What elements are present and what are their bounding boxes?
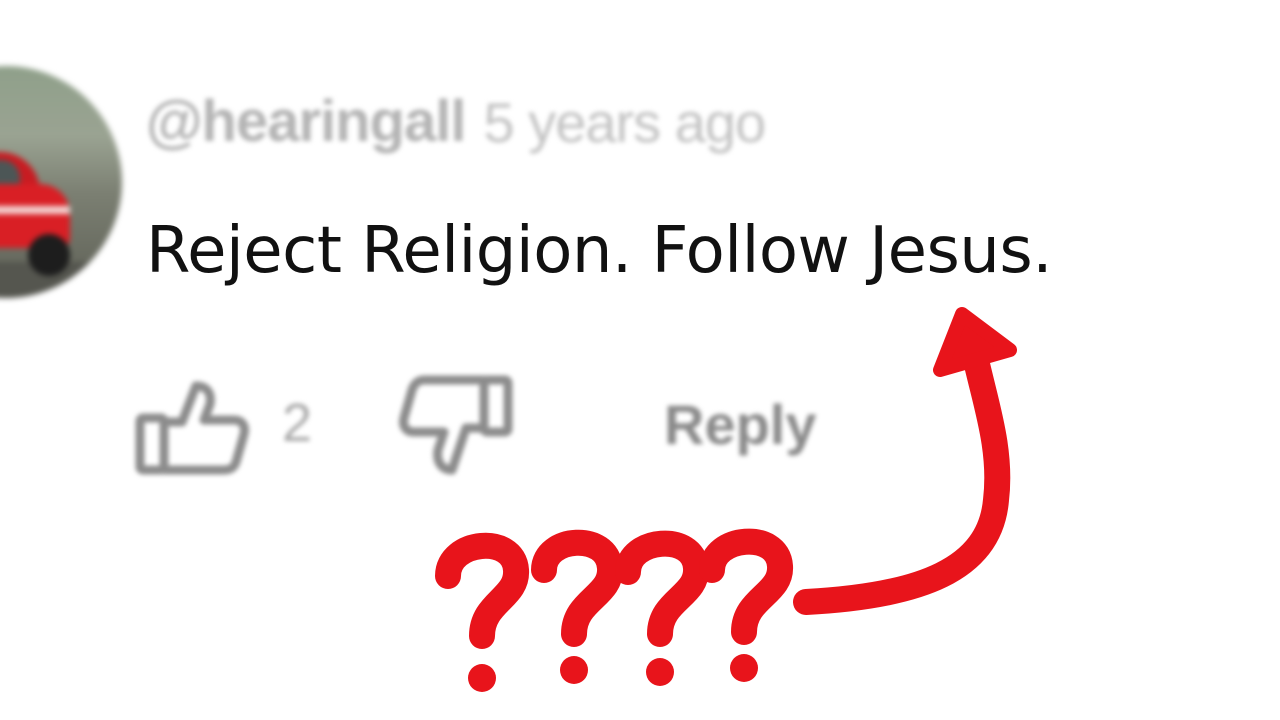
comment-author[interactable]: @hearingall — [146, 88, 467, 155]
reply-button[interactable]: Reply — [664, 392, 817, 457]
avatar-car-wheel — [28, 234, 70, 276]
like-count: 2 — [282, 393, 313, 453]
comment-header: @hearingall 5 years ago — [146, 88, 767, 168]
thumbs-up-icon — [135, 381, 249, 475]
avatar[interactable] — [0, 66, 122, 298]
comment-text: Reject Religion. Follow Jesus. — [146, 214, 1053, 288]
comment-timestamp[interactable]: 5 years ago — [484, 90, 767, 155]
avatar-car-stripe — [0, 206, 70, 214]
comment-thumbnail: @hearingall 5 years ago Reject Religion. … — [0, 0, 1280, 720]
dislike-button[interactable] — [398, 372, 518, 480]
question-marks — [435, 528, 793, 692]
thumbs-down-icon — [399, 375, 513, 475]
like-button[interactable] — [130, 378, 250, 478]
